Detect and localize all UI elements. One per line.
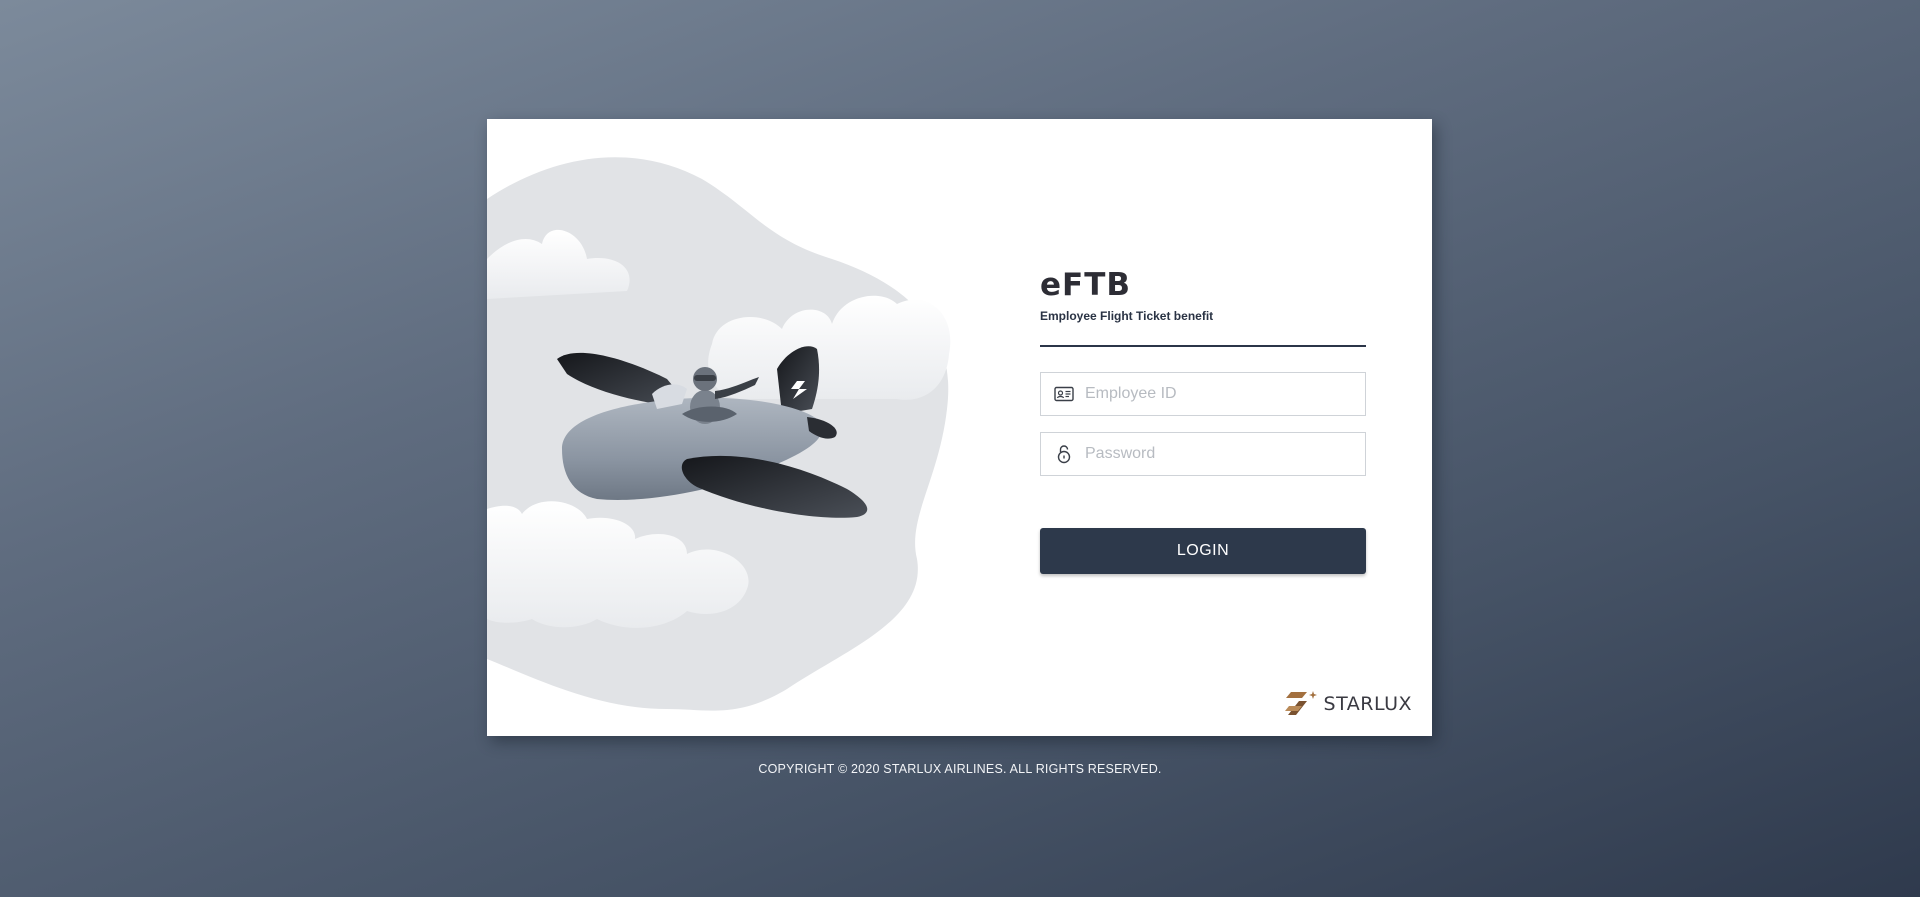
lock-icon [1054, 444, 1074, 464]
password-field[interactable] [1040, 432, 1366, 476]
divider [1040, 345, 1366, 347]
copyright-text: COPYRIGHT © 2020 STARLUX AIRLINES. ALL R… [758, 762, 1162, 776]
password-input[interactable] [1085, 445, 1345, 463]
login-button[interactable]: LOGIN [1040, 528, 1366, 574]
login-card: eFTB Employee Flight Ticket benefit Empl… [487, 119, 1432, 736]
id-card-icon [1054, 384, 1074, 404]
employee-id-input[interactable] [1085, 385, 1345, 403]
app-subtitle: Employee Flight Ticket benefit [1040, 309, 1214, 323]
employee-id-field[interactable] [1040, 372, 1366, 416]
app-logo: eFTB [1040, 267, 1131, 303]
brand-logo: STARLUX [1284, 689, 1412, 719]
airplane-illustration [487, 157, 951, 711]
starlux-logo-icon [1284, 691, 1317, 715]
brand-name: STARLUX [1323, 693, 1412, 715]
login-form: eFTB Employee Flight Ticket benefit Empl… [1040, 269, 1366, 574]
